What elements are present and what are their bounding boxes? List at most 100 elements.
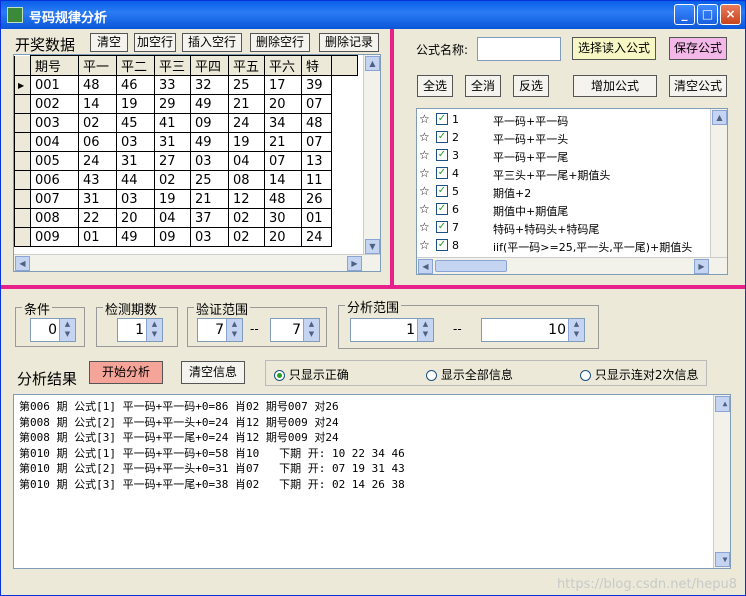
invert-selection-button[interactable]: 反选 xyxy=(513,75,549,97)
star-icon[interactable]: ☆ xyxy=(419,238,430,252)
table-cell[interactable]: 14 xyxy=(78,94,117,114)
table-cell[interactable]: 21 xyxy=(264,132,302,152)
table-cell[interactable]: 12 xyxy=(228,189,265,209)
draw-data-grid[interactable]: 期号 平一 平二 平三 平四 平五 平六 特 ▶ 001 48 46 33 32 25 17 3… xyxy=(13,54,381,272)
table-cell[interactable]: 03 xyxy=(190,151,229,171)
spin-arrows-icon[interactable]: ▲ ▼ xyxy=(226,319,242,341)
table-cell[interactable]: 20 xyxy=(264,227,302,247)
table-cell[interactable]: 02 xyxy=(154,170,191,190)
condition-spinner[interactable]: 0 ▲ ▼ xyxy=(30,318,76,342)
scroll-thumb[interactable] xyxy=(435,260,507,272)
table-cell[interactable]: 20 xyxy=(264,94,302,114)
table-cell[interactable]: 46 xyxy=(116,75,155,95)
table-cell[interactable]: 33 xyxy=(154,75,191,95)
table-cell[interactable]: 43 xyxy=(78,170,117,190)
verify-range-from-spinner[interactable]: 7 ▲ ▼ xyxy=(197,318,243,342)
clear-formulas-button[interactable]: 清空公式 xyxy=(669,75,727,97)
table-row[interactable]: 008 22 20 04 37 02 30 01 xyxy=(14,208,358,228)
checkbox-icon[interactable]: ✓ xyxy=(436,113,448,125)
table-cell[interactable]: 009 xyxy=(30,227,79,247)
scroll-down-icon[interactable]: ▼ xyxy=(365,239,380,254)
table-cell[interactable]: 31 xyxy=(78,189,117,209)
row-indicator[interactable] xyxy=(14,208,31,228)
column-header[interactable]: 平五 xyxy=(228,55,265,76)
analysis-range-from-spinner[interactable]: 1 ▲ ▼ xyxy=(350,318,434,342)
scroll-left-icon[interactable]: ◀ xyxy=(418,259,433,274)
formula-vertical-scrollbar[interactable]: ▲ xyxy=(710,109,727,259)
table-cell[interactable]: 22 xyxy=(78,208,117,228)
table-cell[interactable]: 19 xyxy=(116,94,155,114)
radio-icon[interactable] xyxy=(426,370,437,381)
table-cell[interactable]: 44 xyxy=(116,170,155,190)
check-periods-spinner[interactable]: 1 ▲ ▼ xyxy=(117,318,163,342)
table-cell[interactable]: 06 xyxy=(78,132,117,152)
scroll-left-icon[interactable]: ◀ xyxy=(15,256,30,271)
table-cell[interactable]: 04 xyxy=(228,151,265,171)
table-cell[interactable]: 03 xyxy=(116,189,155,209)
row-indicator[interactable] xyxy=(14,132,31,152)
column-header[interactable]: 平三 xyxy=(154,55,191,76)
table-cell[interactable]: 24 xyxy=(301,227,332,247)
select-all-button[interactable]: 全选 xyxy=(417,75,453,97)
table-cell[interactable]: 32 xyxy=(190,75,229,95)
table-cell[interactable]: 04 xyxy=(154,208,191,228)
scroll-right-icon[interactable]: ▶ xyxy=(347,256,362,271)
table-row[interactable]: 006 43 44 02 25 08 14 11 xyxy=(14,170,358,190)
table-cell[interactable]: 17 xyxy=(264,75,302,95)
table-cell[interactable]: 09 xyxy=(190,113,229,133)
table-cell[interactable]: 26 xyxy=(301,189,332,209)
add-row-button[interactable]: 加空行 xyxy=(134,33,176,52)
table-cell[interactable]: 006 xyxy=(30,170,79,190)
table-cell[interactable]: 49 xyxy=(116,227,155,247)
table-row[interactable]: 002 14 19 29 49 21 20 07 xyxy=(14,94,358,114)
checkbox-icon[interactable]: ✓ xyxy=(436,167,448,179)
scroll-up-icon[interactable]: ▲ xyxy=(712,110,727,125)
grid-horizontal-scrollbar[interactable]: ◀ ▶ xyxy=(14,254,380,271)
star-icon[interactable]: ☆ xyxy=(419,220,430,234)
formula-name-input[interactable] xyxy=(477,37,561,61)
table-cell[interactable]: 07 xyxy=(264,151,302,171)
radio-icon[interactable] xyxy=(580,370,591,381)
add-formula-button[interactable]: 增加公式 xyxy=(573,75,657,97)
spin-arrows-icon[interactable]: ▲ ▼ xyxy=(303,319,319,341)
scroll-down-icon[interactable]: ▼ xyxy=(715,551,730,567)
table-cell[interactable]: 21 xyxy=(190,189,229,209)
radio-correct-only[interactable]: 只显示正确 xyxy=(274,366,349,383)
table-cell[interactable]: 001 xyxy=(30,75,79,95)
checkbox-icon[interactable]: ✓ xyxy=(436,131,448,143)
star-icon[interactable]: ☆ xyxy=(419,166,430,180)
table-cell[interactable]: 45 xyxy=(116,113,155,133)
table-cell[interactable]: 07 xyxy=(301,94,332,114)
checkbox-icon[interactable]: ✓ xyxy=(436,221,448,233)
analysis-output[interactable]: 第006 期 公式[1] 平一码+平一码+0=86 肖02 期号007 对26 … xyxy=(13,394,731,569)
checkbox-icon[interactable]: ✓ xyxy=(436,239,448,251)
analysis-range-to-spinner[interactable]: 10 ▲ ▼ xyxy=(481,318,585,342)
start-analysis-button[interactable]: 开始分析 xyxy=(89,361,163,384)
spin-arrows-icon[interactable]: ▲ ▼ xyxy=(568,319,584,341)
table-cell[interactable]: 01 xyxy=(301,208,332,228)
spin-arrows-icon[interactable]: ▲ ▼ xyxy=(417,319,433,341)
table-cell[interactable]: 39 xyxy=(301,75,332,95)
delete-row-button[interactable]: 删除空行 xyxy=(250,33,310,52)
table-cell[interactable]: 48 xyxy=(264,189,302,209)
save-formula-button[interactable]: 保存公式 xyxy=(669,37,727,60)
table-cell[interactable]: 21 xyxy=(228,94,265,114)
table-cell[interactable]: 02 xyxy=(228,227,265,247)
table-cell[interactable]: 27 xyxy=(154,151,191,171)
table-row[interactable]: 004 06 03 31 49 19 21 07 xyxy=(14,132,358,152)
table-cell[interactable]: 20 xyxy=(116,208,155,228)
row-indicator[interactable] xyxy=(14,113,31,133)
table-cell[interactable]: 34 xyxy=(264,113,302,133)
table-row[interactable]: ▶ 001 48 46 33 32 25 17 39 xyxy=(14,75,358,95)
star-icon[interactable]: ☆ xyxy=(419,130,430,144)
table-row[interactable]: 003 02 45 41 09 24 34 48 xyxy=(14,113,358,133)
scroll-right-icon[interactable]: ▶ xyxy=(694,259,709,274)
checkbox-icon[interactable]: ✓ xyxy=(436,185,448,197)
column-header[interactable]: 特 xyxy=(301,55,332,76)
minimize-button[interactable]: _ xyxy=(674,4,695,25)
table-cell[interactable]: 19 xyxy=(228,132,265,152)
table-cell[interactable]: 19 xyxy=(154,189,191,209)
column-header[interactable]: 平二 xyxy=(116,55,155,76)
table-cell[interactable]: 01 xyxy=(78,227,117,247)
row-indicator[interactable] xyxy=(14,227,31,247)
